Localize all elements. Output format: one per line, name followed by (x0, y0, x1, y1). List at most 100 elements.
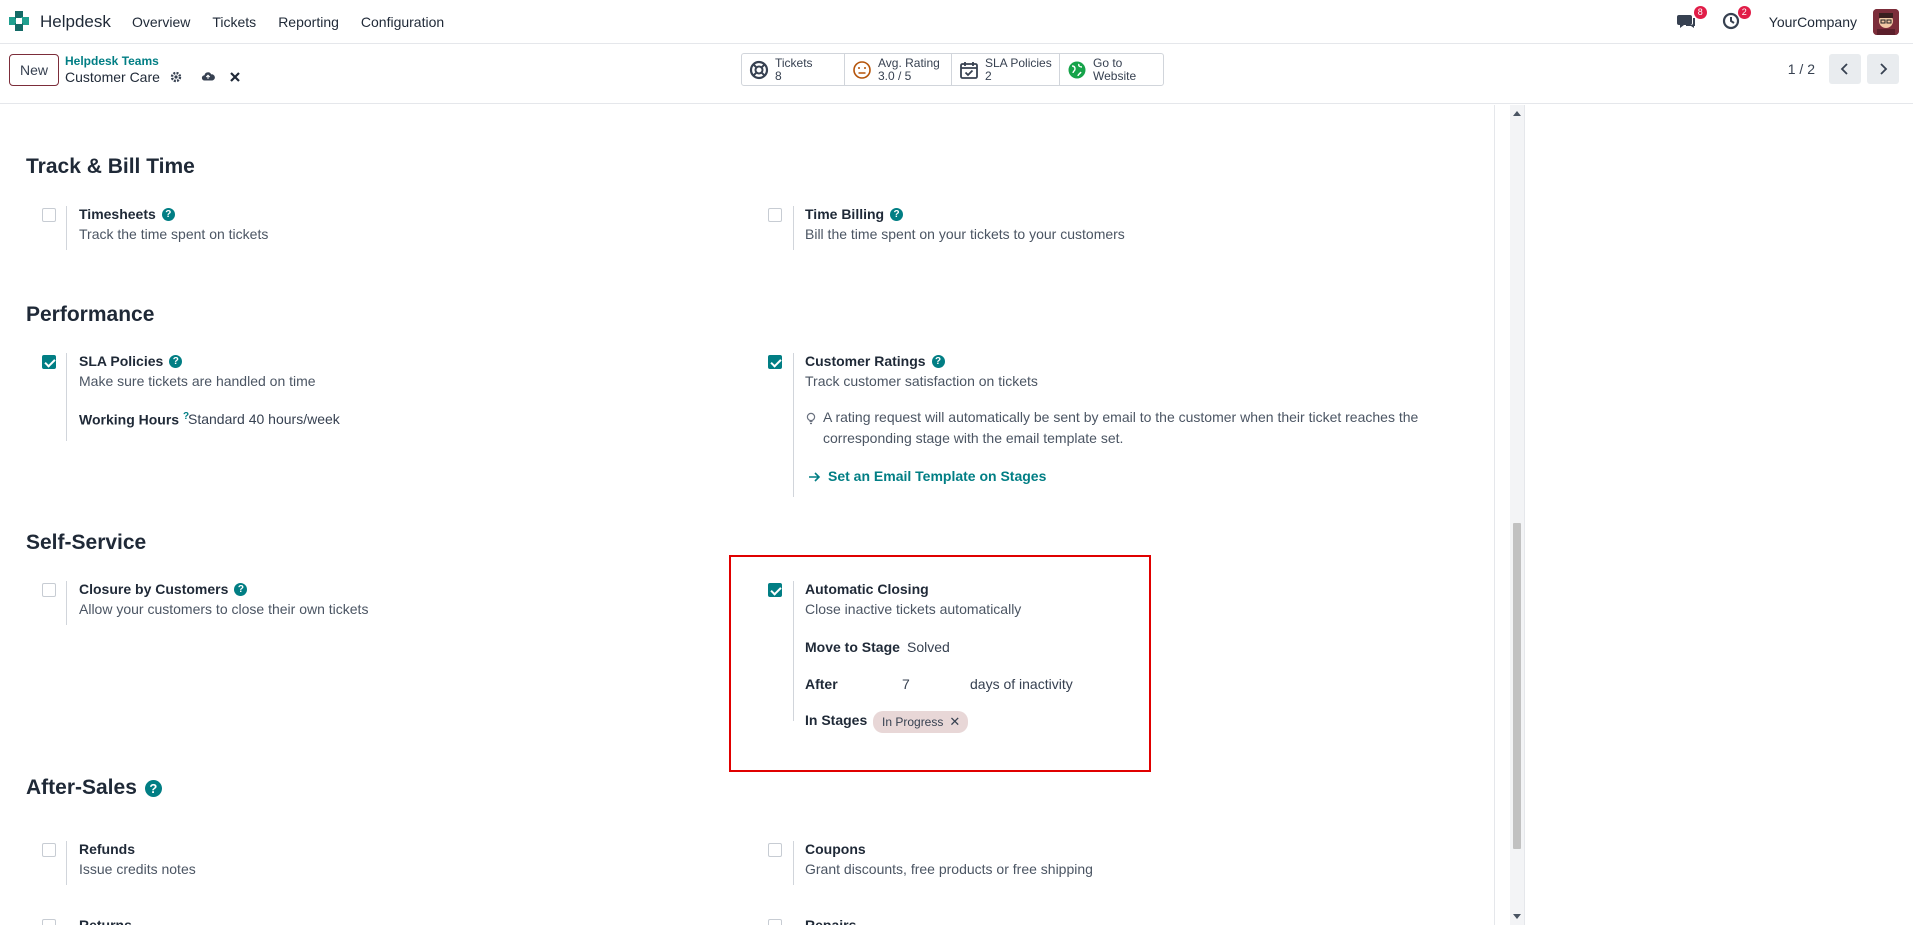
company-switcher[interactable]: YourCompany (1769, 14, 1857, 30)
customer-ratings-label: Customer Ratings (805, 353, 926, 369)
rating-stat-value: 3.0 / 5 (878, 69, 912, 83)
customer-ratings-checkbox[interactable] (768, 355, 782, 369)
neutral-face-icon (853, 60, 871, 79)
timesheets-label: Timesheets (79, 206, 156, 222)
section-title-after-sales: After-Sales ? (26, 776, 162, 800)
chatter-panel (1524, 105, 1913, 925)
chevron-left-icon (1840, 63, 1848, 75)
tickets-stat-button[interactable]: Tickets 8 (742, 54, 845, 85)
help-icon[interactable]: ? (234, 582, 248, 596)
working-hours-label-text: Working Hours (79, 411, 180, 428)
help-icon[interactable]: ? (161, 207, 175, 221)
after-sales-title-text: After-Sales (26, 776, 137, 799)
pager-previous-button[interactable] (1829, 54, 1861, 84)
pager: 1 / 2 (1788, 54, 1899, 84)
chevron-right-icon (1880, 63, 1888, 75)
returns-title: Returns (79, 917, 132, 925)
lifebuoy-icon (749, 60, 769, 79)
repairs-checkbox[interactable] (768, 919, 782, 925)
working-hours-field[interactable]: Standard 40 hours/week (188, 411, 340, 427)
divider (66, 841, 67, 885)
stage-tag-label: In Progress (882, 715, 944, 729)
calendar-check-icon (960, 61, 978, 79)
coupons-checkbox[interactable] (768, 843, 782, 857)
time-billing-label: Time Billing (805, 206, 885, 222)
customer-ratings-title: Customer Ratings ? (805, 353, 945, 369)
help-icon[interactable]: ? (931, 354, 945, 368)
menu-configuration[interactable]: Configuration (361, 14, 444, 30)
set-email-template-link[interactable]: Set an Email Template on Stages (828, 468, 1046, 484)
sla-policies-title: SLA Policies ? (79, 353, 183, 369)
section-title-self-service: Self-Service (26, 531, 147, 554)
pager-next-button[interactable] (1867, 54, 1899, 84)
working-hours-label: Working Hours ? (79, 411, 189, 428)
time-billing-checkbox[interactable] (768, 208, 782, 222)
discard-icon[interactable] (228, 70, 242, 84)
user-avatar[interactable] (1873, 9, 1899, 35)
section-title-performance: Performance (26, 303, 155, 326)
menu-reporting[interactable]: Reporting (278, 14, 339, 30)
closure-by-customers-checkbox[interactable] (42, 583, 56, 597)
remove-tag-icon[interactable]: ✕ (949, 714, 960, 730)
customer-ratings-hint-line1: A rating request will automatically be s… (823, 409, 1419, 425)
customer-ratings-desc: Track customer satisfaction on tickets (805, 373, 1038, 389)
website-stat-label-2: Website (1093, 69, 1137, 83)
inactivity-days-input[interactable]: 7 (902, 676, 964, 692)
help-icon[interactable]: ? (890, 207, 904, 221)
customer-ratings-hint-line2: corresponding stage with the email templ… (823, 430, 1124, 446)
scroll-thumb[interactable] (1513, 523, 1521, 849)
coupons-title: Coupons (805, 841, 866, 857)
scroll-down-arrow-icon[interactable] (1513, 914, 1521, 919)
pager-value[interactable]: 1 / 2 (1788, 61, 1815, 77)
closure-by-customers-title: Closure by Customers ? (79, 581, 248, 597)
form-scrollbar[interactable] (1510, 105, 1524, 925)
rating-stat-button[interactable]: Avg. Rating 3.0 / 5 (845, 54, 952, 85)
sla-policies-checkbox[interactable] (42, 355, 56, 369)
help-icon[interactable]: ? (169, 354, 183, 368)
gear-icon[interactable] (169, 70, 183, 84)
menu-overview[interactable]: Overview (132, 14, 190, 30)
divider (66, 353, 67, 441)
sla-policies-label: SLA Policies (79, 353, 164, 369)
automatic-closing-desc: Close inactive tickets automatically (805, 601, 1022, 617)
sla-stat-button[interactable]: SLA Policies 2 (952, 54, 1060, 85)
divider (793, 841, 794, 885)
cloud-save-icon[interactable] (201, 70, 215, 84)
helpdesk-app-icon[interactable] (9, 11, 29, 31)
move-to-stage-field[interactable]: Solved (907, 639, 950, 655)
tickets-stat-label: Tickets (775, 56, 813, 70)
lightbulb-icon (806, 412, 816, 425)
breadcrumb: Customer Care (65, 69, 242, 85)
breadcrumb-parent[interactable]: Helpdesk Teams (65, 54, 159, 68)
time-billing-desc: Bill the time spent on your tickets to y… (805, 226, 1125, 242)
messages-icon[interactable]: 8 (1676, 6, 1707, 33)
app-name[interactable]: Helpdesk (40, 12, 111, 32)
time-billing-title: Time Billing ? (805, 206, 904, 222)
new-button[interactable]: New (9, 54, 59, 86)
sla-policies-desc: Make sure tickets are handled on time (79, 373, 316, 389)
divider (793, 206, 794, 250)
help-icon[interactable]: ? (144, 779, 162, 797)
days-of-inactivity-label: days of inactivity (970, 676, 1073, 692)
divider (793, 581, 794, 721)
activities-icon[interactable]: 2 (1721, 6, 1751, 33)
globe-icon (1068, 61, 1086, 78)
section-title-track-bill: Track & Bill Time (26, 155, 195, 178)
closure-by-customers-desc: Allow your customers to close their own … (79, 601, 369, 617)
divider (793, 353, 794, 497)
main-menu: Overview Tickets Reporting Configuration (132, 14, 444, 30)
scroll-up-arrow-icon[interactable] (1513, 111, 1521, 116)
control-panel: New Helpdesk Teams Customer Care Tickets… (0, 44, 1913, 104)
repairs-title: Repairs (805, 917, 857, 925)
automatic-closing-title: Automatic Closing (805, 581, 929, 597)
rating-stat-label: Avg. Rating (878, 56, 940, 70)
refunds-checkbox[interactable] (42, 843, 56, 857)
returns-checkbox[interactable] (42, 919, 56, 925)
automatic-closing-checkbox[interactable] (768, 583, 782, 597)
go-to-website-button[interactable]: Go to Website (1060, 54, 1163, 85)
menu-tickets[interactable]: Tickets (212, 14, 256, 30)
timesheets-checkbox[interactable] (42, 208, 56, 222)
timesheets-desc: Track the time spent on tickets (79, 226, 269, 242)
sla-stat-label: SLA Policies (985, 56, 1052, 70)
move-to-stage-label: Move to Stage (805, 639, 900, 655)
